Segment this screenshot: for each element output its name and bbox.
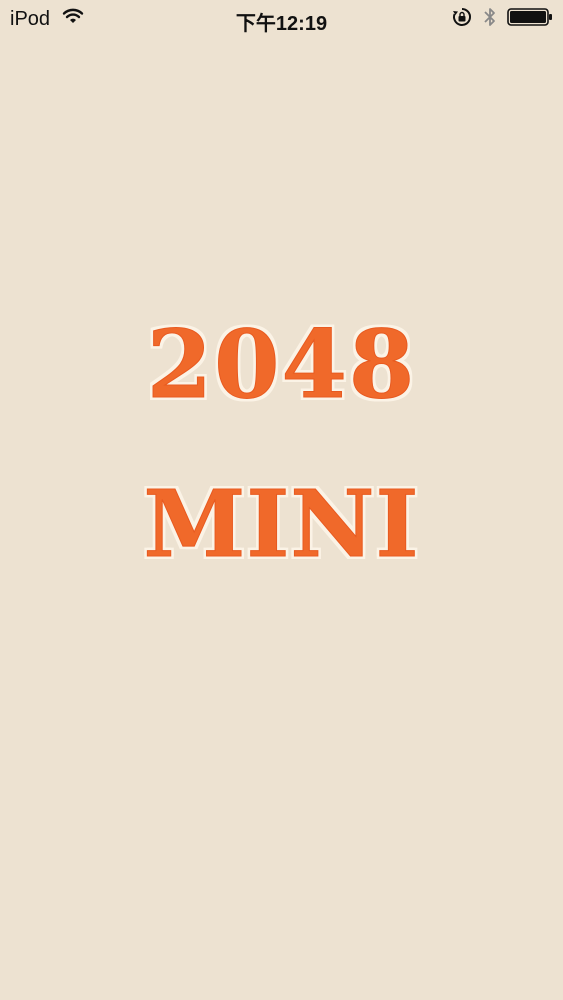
status-right: [441, 6, 553, 28]
rotation-lock-icon: [451, 6, 473, 28]
battery-icon: [507, 7, 553, 27]
splash-screen: iPod 下午12:19 2048 MINI: [0, 0, 563, 1000]
title-2048: 2048: [146, 310, 417, 420]
title-mini: MINI: [143, 470, 420, 578]
status-bar: iPod 下午12:19: [0, 0, 563, 40]
bluetooth-icon: [483, 6, 497, 28]
